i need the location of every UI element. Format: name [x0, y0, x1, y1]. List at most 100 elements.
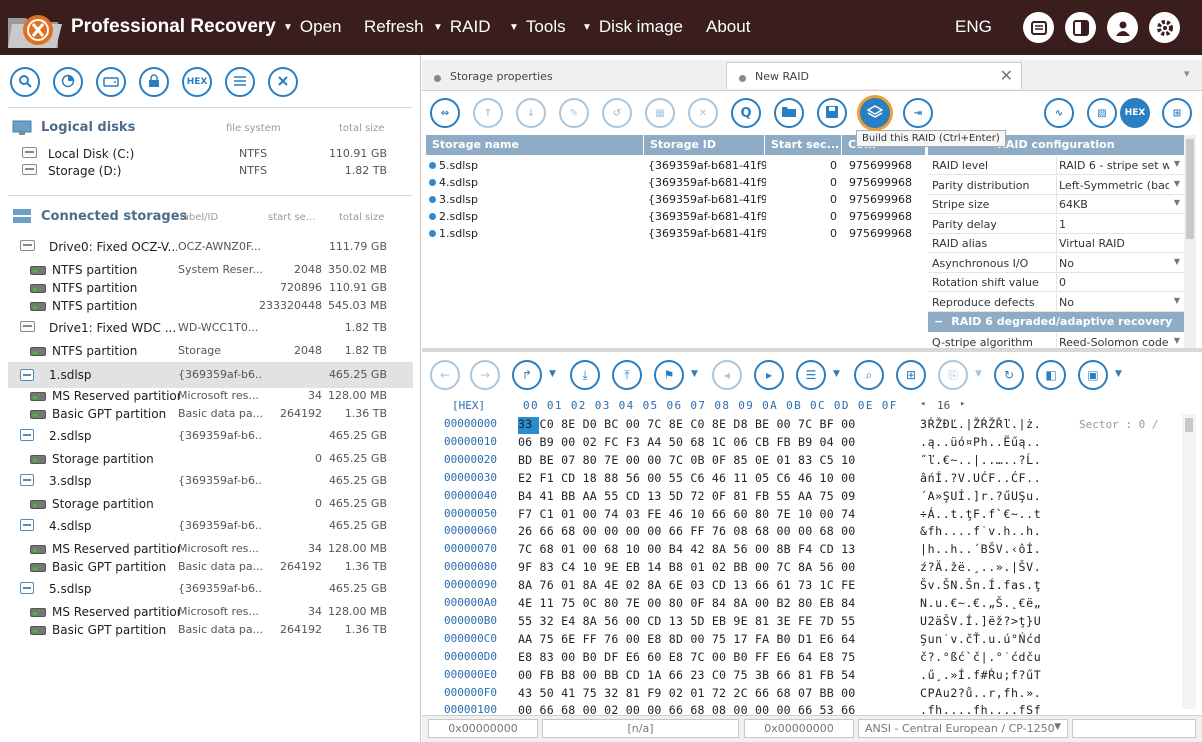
hex-view[interactable]: Sector : 0 / 00000000 33 C0 8E D0 BC 00 7…: [422, 417, 1192, 717]
list-view-button[interactable]: ☰: [796, 360, 826, 390]
raid-config-row[interactable]: Reproduce defects No ▼: [928, 292, 1184, 312]
menu-disk-image[interactable]: ▼ Disk image: [582, 17, 683, 37]
raid-member-row[interactable]: 1.sdlsp {369359af-b681-41f9... 0 975699968: [426, 225, 926, 242]
next-bookmark-button[interactable]: ▸: [754, 360, 784, 390]
partition-row[interactable]: Basic GPT partition Basic data pa... 26419…: [8, 621, 413, 639]
hex-row[interactable]: 000000E0 00 FB B8 00 BB CD 1A 66 23 C0 75…: [422, 668, 1192, 685]
col-start-sector[interactable]: Start sec...: [765, 135, 842, 155]
storage-row[interactable]: 2.sdlsp {369359af-b6... 465.25 GB: [8, 427, 413, 445]
log-icon[interactable]: [1023, 12, 1054, 43]
tab-menu-icon[interactable]: ▾: [1184, 67, 1190, 80]
storage-row[interactable]: 4.sdlsp {369359af-b6... 465.25 GB: [8, 517, 413, 535]
partition-row[interactable]: NTFS partition 233320448 545.03 MB: [8, 297, 413, 315]
build-raid-button[interactable]: [860, 98, 890, 128]
bookmark-dropdown-icon[interactable]: ▼: [691, 369, 698, 379]
partition-row[interactable]: NTFS partition 720896 110.91 GB: [8, 279, 413, 297]
tab-storage-properties[interactable]: Storage properties: [422, 63, 724, 88]
partition-row[interactable]: MS Reserved partition Microsoft res... 34 1…: [8, 540, 413, 558]
partition-row[interactable]: NTFS partition Storage 2048 1.82 TB: [8, 342, 413, 360]
undo-button[interactable]: ↺: [602, 98, 632, 128]
hex-row[interactable]: 00000060 26 66 68 00 00 00 00 66 FF 76 08…: [422, 524, 1192, 541]
encoding-select[interactable]: ANSI - Central European / CP-1250 ▼: [858, 719, 1068, 738]
hex-row[interactable]: 00000000 33 C0 8E D0 BC 00 7C 8E C0 8E D8…: [422, 417, 1192, 434]
col-storage-id[interactable]: Storage ID: [644, 135, 765, 155]
partition-row[interactable]: Basic GPT partition Basic data pa... 26419…: [8, 558, 413, 576]
storage-row[interactable]: Drive1: Fixed WDC ... WD-WCC1T0... 1.82 TB: [8, 319, 413, 337]
chart-button[interactable]: ▨: [1087, 98, 1117, 128]
layout-button[interactable]: ⊞: [1162, 98, 1192, 128]
partition-row[interactable]: MS Reserved partition Microsoft res... 34 1…: [8, 603, 413, 621]
raid-member-row[interactable]: 5.sdlsp {369359af-b681-41f9... 0 975699968: [426, 157, 926, 174]
language-selector[interactable]: ENG: [955, 17, 992, 37]
jump-dropdown-icon[interactable]: ▼: [549, 369, 556, 379]
hex-row[interactable]: 000000C0 AA 75 6E FF 76 00 E8 8D 00 75 17…: [422, 632, 1192, 649]
raid-config-row[interactable]: RAID level RAID 6 - stripe set wit ▼: [928, 156, 1184, 175]
storage-row[interactable]: 1.sdlsp {369359af-b6... 465.25 GB: [8, 362, 413, 388]
hex-button[interactable]: HEX: [182, 67, 212, 97]
bookmark-button[interactable]: ⚑: [654, 360, 684, 390]
copy-dropdown-icon[interactable]: ▼: [975, 369, 982, 379]
raid-config-row[interactable]: Parity distribution Left-Symmetric (backw…: [928, 175, 1184, 195]
panel-button[interactable]: ◧: [1036, 360, 1066, 390]
logical-disk-row[interactable]: Storage (D:) NTFS 1.82 TB: [8, 162, 413, 180]
open-storage-button[interactable]: [96, 67, 126, 97]
raid-config-row[interactable]: Rotation shift value 0: [928, 273, 1184, 292]
hex-row[interactable]: 00000010 06 B9 00 02 FC F3 A4 50 68 1C 06…: [422, 435, 1192, 452]
hex-scrollbar[interactable]: [1182, 414, 1196, 709]
save-dropdown-icon[interactable]: ▼: [1115, 369, 1122, 379]
raid-config-scrollbar[interactable]: [1184, 135, 1196, 350]
scan-button[interactable]: [53, 67, 83, 97]
refresh-button[interactable]: ↻: [994, 360, 1024, 390]
width-dec-icon[interactable]: ◂: [920, 399, 925, 409]
pane-splitter[interactable]: [422, 348, 1202, 352]
upload-button[interactable]: ⤒: [612, 360, 642, 390]
storage-row[interactable]: 5.sdlsp {369359af-b6... 465.25 GB: [8, 580, 413, 598]
jump-button[interactable]: ↱: [512, 360, 542, 390]
menu-raid[interactable]: ▼ RAID: [433, 17, 491, 37]
hex-row[interactable]: 00000040 B4 41 BB AA 55 CD 13 5D 72 0F 81…: [422, 489, 1192, 506]
move-down-button[interactable]: ↓: [516, 98, 546, 128]
partition-row[interactable]: Basic GPT partition Basic data pa... 26419…: [8, 405, 413, 423]
select-block-button[interactable]: ⊞: [896, 360, 926, 390]
remove-button[interactable]: ✕: [688, 98, 718, 128]
hex-row[interactable]: 00000080 9F 83 C4 10 9E EB 14 B8 01 02 BB…: [422, 560, 1192, 577]
tab-close-icon[interactable]: ✕: [1000, 66, 1013, 85]
logical-disk-row[interactable]: Local Disk (C:) NTFS 110.91 GB: [8, 145, 413, 163]
menu-open[interactable]: ▼ Open: [283, 17, 342, 37]
copy-button[interactable]: ⎘: [938, 360, 968, 390]
edit-button[interactable]: ✎: [559, 98, 589, 128]
forward-button[interactable]: →: [470, 360, 500, 390]
raid-recovery-section[interactable]: − RAID 6 degraded/adaptive recovery: [928, 312, 1184, 332]
prev-bookmark-button[interactable]: ◂: [712, 360, 742, 390]
find-button[interactable]: ⌕: [854, 360, 884, 390]
back-button[interactable]: ←: [430, 360, 460, 390]
move-up-button[interactable]: ↑: [473, 98, 503, 128]
tab-new-raid[interactable]: New RAID ✕: [726, 62, 1022, 89]
hex-row[interactable]: 00000050 F7 C1 01 00 74 03 FE 46 10 66 60…: [422, 507, 1192, 524]
hex-row[interactable]: 000000A0 4E 11 75 0C 80 7E 00 80 0F 84 8A…: [422, 596, 1192, 613]
waveform-button[interactable]: ∿: [1044, 98, 1074, 128]
menu-refresh[interactable]: Refresh: [364, 17, 424, 37]
width-inc-icon[interactable]: ▸: [960, 399, 965, 409]
raid-config-row[interactable]: Asynchronous I/O No ▼: [928, 253, 1184, 273]
raid-config-row[interactable]: RAID alias Virtual RAID: [928, 234, 1184, 253]
partition-row[interactable]: NTFS partition System Reser... 2048 350.02 …: [8, 261, 413, 279]
open-folder-button[interactable]: [774, 98, 804, 128]
storage-row[interactable]: Drive0: Fixed OCZ-V... OCZ-AWNZ0F... 111.7…: [8, 238, 413, 256]
partition-row[interactable]: Storage partition 0 465.25 GB: [8, 450, 413, 468]
raid-config-row[interactable]: Parity delay 1: [928, 214, 1184, 234]
placeholder-button[interactable]: ▦: [645, 98, 675, 128]
partition-row[interactable]: Storage partition 0 465.25 GB: [8, 495, 413, 513]
save-button[interactable]: [817, 98, 847, 128]
close-button[interactable]: [268, 67, 298, 97]
list-dropdown-icon[interactable]: ▼: [833, 369, 840, 379]
search-button[interactable]: [10, 67, 40, 97]
storage-row[interactable]: 3.sdlsp {369359af-b6... 465.25 GB: [8, 472, 413, 490]
raid-member-row[interactable]: 2.sdlsp {369359af-b681-41f9... 0 975699968: [426, 208, 926, 225]
raid-config-row[interactable]: Stripe size 64KB ▼: [928, 195, 1184, 214]
col-storage-name[interactable]: Storage name: [426, 135, 644, 155]
hex-row[interactable]: 000000F0 43 50 41 75 32 81 F9 02 01 72 2C…: [422, 686, 1192, 703]
hex-view-button[interactable]: HEX: [1120, 98, 1150, 128]
hex-row[interactable]: 000000D0 E8 83 00 B0 DF E6 60 E8 7C 00 B0…: [422, 650, 1192, 667]
hex-row[interactable]: 00000030 E2 F1 CD 18 88 56 00 55 C6 46 11…: [422, 471, 1192, 488]
